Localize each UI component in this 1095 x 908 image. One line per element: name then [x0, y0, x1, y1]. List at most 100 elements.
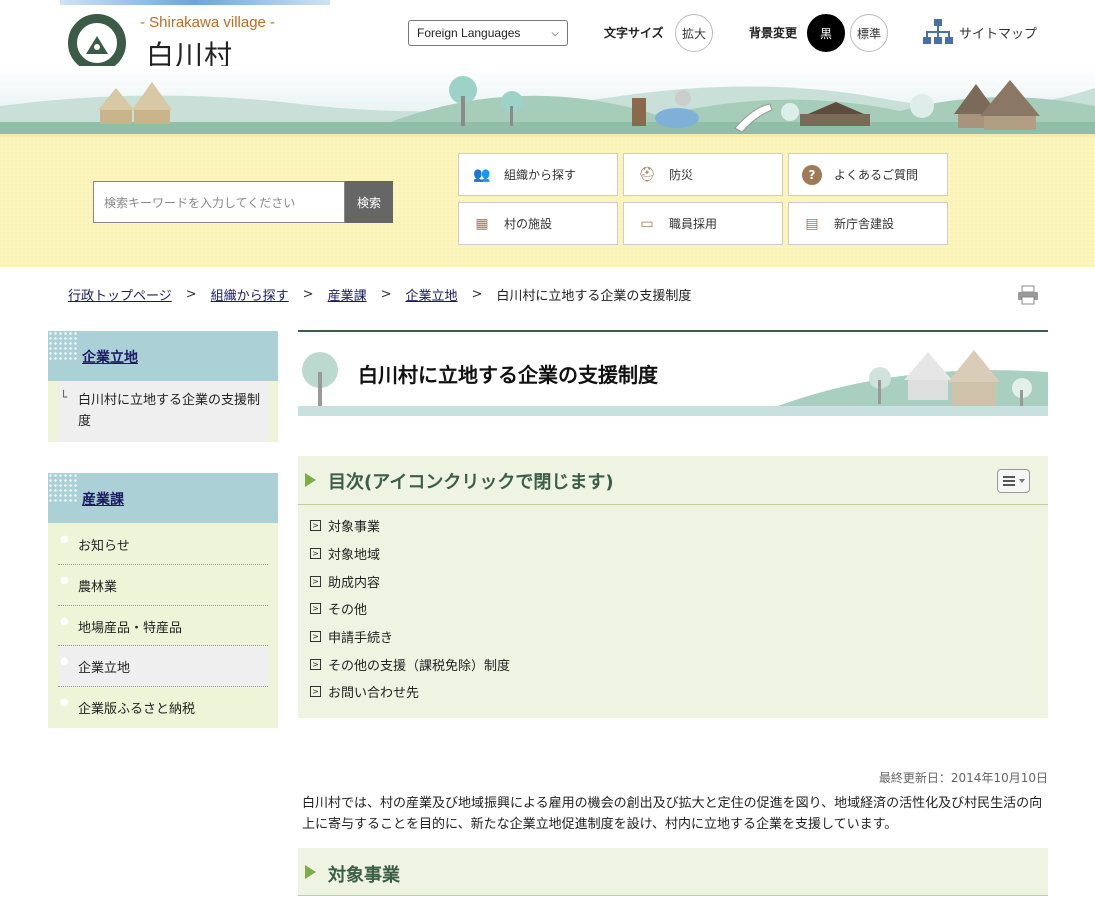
breadcrumb-link-top[interactable]: 行政トップページ: [68, 285, 172, 304]
language-select-value: Foreign Languages: [417, 26, 521, 40]
bg-black-button[interactable]: 黒: [807, 14, 845, 52]
quicklink-label: 組織から探す: [504, 168, 577, 182]
jump-icon: >: [310, 631, 321, 642]
toc-link-label: 対象事業: [328, 520, 381, 535]
jump-icon: >: [310, 686, 321, 697]
font-size-label: 文字サイズ: [604, 26, 664, 40]
intro-paragraph: 白川村では、村の産業及び地域振興による雇用の機会の創出及び拡大と定住の促進を図り…: [302, 796, 1043, 832]
toc-link-label: その他の支援（課税免除）制度: [328, 659, 511, 674]
sitemap-icon: [923, 19, 953, 44]
toc-link[interactable]: > その他: [310, 599, 367, 618]
helmet-icon: ⛑: [638, 166, 656, 183]
person-bullet-icon: ●: [60, 697, 69, 708]
table-of-contents: [298, 456, 1048, 718]
header-scenery: [0, 66, 1095, 140]
font-enlarge-button[interactable]: 拡大: [675, 14, 713, 52]
background-change-label: 背景変更: [749, 26, 798, 40]
section-heading-bar: [298, 848, 1048, 896]
logo-english-text: - Shirakawa village -: [140, 14, 276, 31]
breadcrumb-link-industry[interactable]: 産業課: [328, 285, 367, 304]
quicklink-organization[interactable]: 👥 組織から探す: [458, 153, 618, 196]
dot-pattern-decoration: [48, 473, 78, 503]
person-bullet-icon: ●: [60, 616, 69, 627]
sidebar-item-current[interactable]: 白川村に立地する企業の支援制度: [78, 390, 268, 432]
jump-icon: >: [310, 576, 321, 587]
jump-icon: >: [310, 603, 321, 614]
chevron-right-icon: >: [380, 287, 392, 302]
id-card-icon: ▭: [640, 215, 654, 232]
quicklink-recruitment[interactable]: ▭ 職員採用: [623, 202, 783, 245]
construction-icon: ▤: [805, 215, 819, 232]
sidebar-box2: ● お知らせ ● 農林業 ● 地場産品・特産品 ● 企業立地 ● 企業版ふるさと…: [48, 523, 278, 728]
sidebar-item-local-products[interactable]: 地場産品・特産品: [78, 617, 288, 636]
sidebar-box1: └ 白川村に立地する企業の支援制度: [48, 381, 278, 442]
quicklink-new-office[interactable]: ▤ 新庁舎建設: [788, 202, 948, 245]
quicklink-label: 新庁舎建設: [834, 217, 895, 231]
quicklink-label: 防災: [669, 168, 694, 182]
sidebar-item-news[interactable]: お知らせ: [78, 535, 288, 554]
breadcrumb-current: 白川村に立地する企業の支援制度: [496, 289, 692, 304]
toc-link[interactable]: > その他の支援（課税免除）制度: [310, 655, 510, 674]
last-updated: 最終更新日：2014年10月10日: [878, 771, 1048, 785]
toc-link-label: 申請手続き: [328, 631, 394, 646]
toc-link[interactable]: > 対象地域: [310, 544, 380, 563]
breadcrumb: 行政トップページ > 組織から探す > 産業課 > 企業立地 > 白川村に立地す…: [68, 285, 691, 304]
toc-link[interactable]: > 助成内容: [310, 572, 380, 591]
village-scenery-illustration: [0, 76, 1095, 140]
search-input[interactable]: 検索キーワードを入力してください: [93, 181, 345, 223]
sidebar-item-corporate-furusato-tax[interactable]: 企業版ふるさと納税: [78, 698, 288, 717]
sitemap-link[interactable]: サイトマップ: [923, 19, 1037, 45]
quicklink-label: 職員採用: [669, 217, 718, 231]
bg-standard-button[interactable]: 標準: [850, 14, 888, 52]
people-icon: 👥: [473, 166, 491, 183]
dot-pattern-decoration: [48, 331, 78, 361]
question-icon: ?: [801, 164, 823, 186]
page: - Shirakawa village - 白川村 Foreign Langua…: [0, 0, 1095, 908]
quicklink-label: よくあるご質問: [834, 168, 919, 182]
chevron-down-icon: ⌵: [551, 27, 559, 39]
toc-link-label: その他: [328, 603, 368, 618]
chevron-right-icon: >: [185, 287, 197, 302]
section-arrow-icon: [305, 473, 316, 487]
list-menu-icon: [1003, 476, 1025, 486]
page-title: 白川村に立地する企業の支援制度: [358, 363, 658, 387]
building-icon: ▦: [475, 215, 489, 232]
person-bullet-icon: ●: [60, 575, 69, 586]
section-arrow-icon: [305, 865, 316, 879]
toc-link-label: 対象地域: [328, 548, 381, 563]
language-select[interactable]: Foreign Languages ⌵: [408, 20, 568, 46]
section-heading: 対象事業: [328, 865, 400, 886]
toc-toggle-button[interactable]: [997, 469, 1030, 493]
print-icon[interactable]: [1017, 285, 1039, 305]
sidebar-item-business-location[interactable]: 企業立地: [78, 657, 288, 676]
sidebar-box2-header: 産業課: [48, 473, 278, 523]
jump-icon: >: [310, 659, 321, 670]
chevron-right-icon: >: [302, 287, 314, 302]
breadcrumb-link-business-location[interactable]: 企業立地: [406, 285, 458, 304]
quicklink-disaster[interactable]: ⛑ 防災: [623, 153, 783, 196]
search-button[interactable]: 検索: [345, 181, 393, 223]
sidebar-box2-title[interactable]: 産業課: [82, 489, 124, 509]
person-bullet-icon: ●: [60, 534, 69, 545]
toc-link[interactable]: > 申請手続き: [310, 627, 393, 646]
sitemap-label: サイトマップ: [959, 26, 1038, 42]
toc-link[interactable]: > 対象事業: [310, 516, 380, 535]
toc-link-label: お問い合わせ先: [328, 686, 420, 701]
header-accent-bar: [60, 0, 330, 5]
logo-mark-icon: [86, 36, 108, 54]
toc-divider: [298, 504, 1048, 505]
quicklink-facilities[interactable]: ▦ 村の施設: [458, 202, 618, 245]
breadcrumb-link-organization[interactable]: 組織から探す: [211, 285, 289, 304]
person-bullet-icon: ●: [60, 656, 69, 667]
quicklink-label: 村の施設: [504, 217, 553, 231]
sidebar-box1-header: 企業立地: [48, 331, 278, 381]
chevron-right-icon: >: [471, 287, 483, 302]
tree-branch-icon: └: [60, 390, 68, 404]
toc-title: 目次(アイコンクリックで閉じます): [328, 472, 614, 493]
jump-icon: >: [310, 520, 321, 531]
sidebar-box1-title[interactable]: 企業立地: [82, 347, 138, 367]
toc-link[interactable]: > お問い合わせ先: [310, 682, 419, 701]
sidebar-item-agriculture[interactable]: 農林業: [78, 576, 288, 595]
quicklink-faq[interactable]: ? よくあるご質問: [788, 153, 948, 196]
toc-link-label: 助成内容: [328, 576, 381, 591]
